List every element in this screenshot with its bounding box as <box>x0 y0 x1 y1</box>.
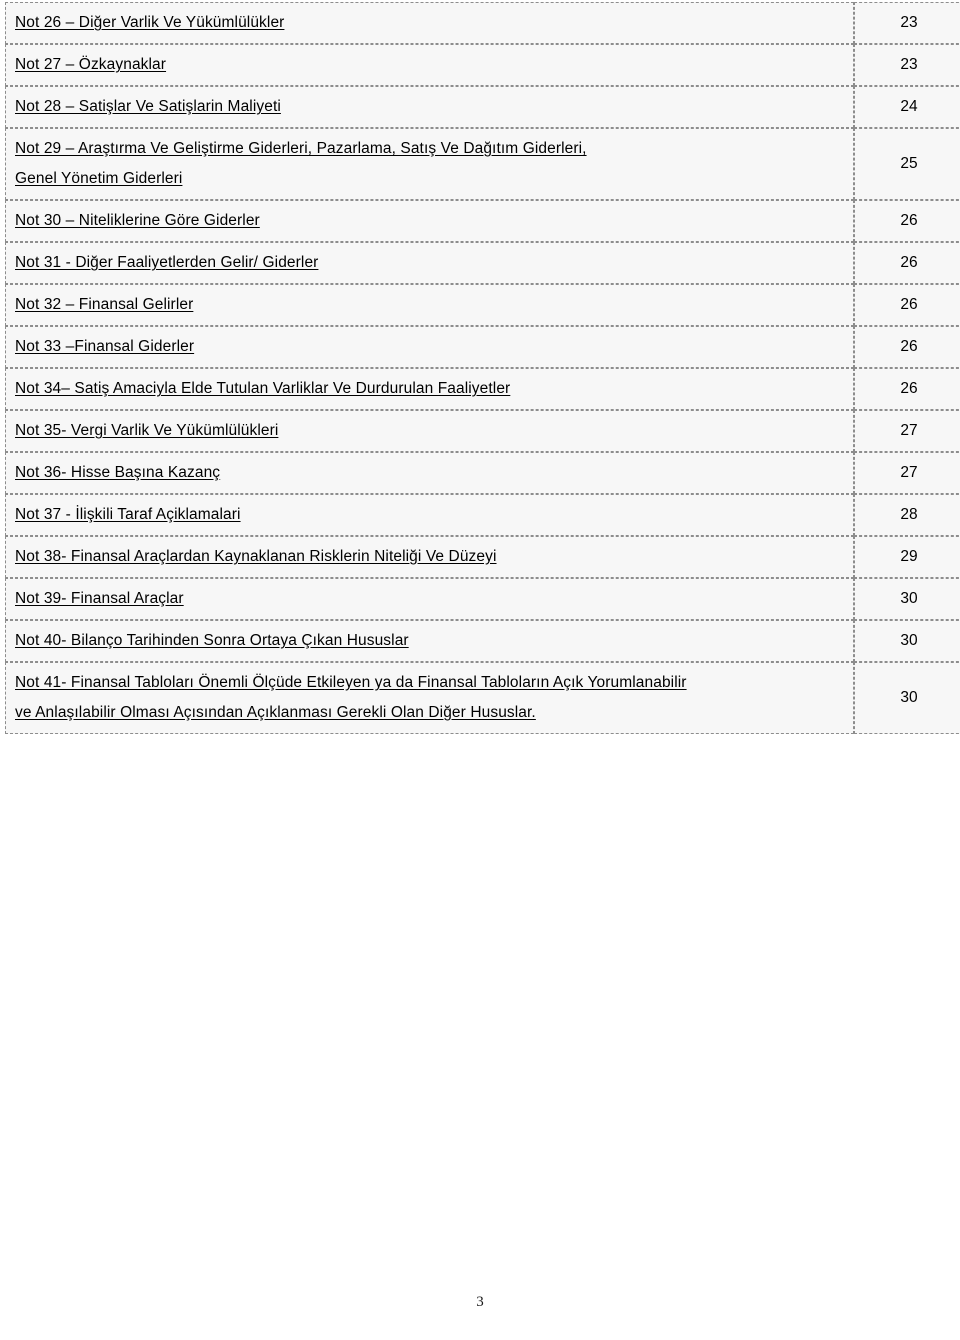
table-row: Not 40- Bilanço Tarihinden Sonra Ortaya … <box>5 620 960 662</box>
toc-entry-page: 26 <box>854 326 960 368</box>
table-row: Not 39- Finansal Araçlar 30 <box>5 578 960 620</box>
toc-title-line: Not 35- Vergi Varlik Ve Yükümlülükleri <box>15 422 279 439</box>
page-number-value: 26 <box>900 380 918 397</box>
toc-entry-title: Not 37 - İlişkili Taraf Açiklamalari <box>5 494 854 536</box>
toc-title-line: Not 30 – Niteliklerine Göre Giderler <box>15 212 260 229</box>
footer-page-number: 3 <box>476 1294 484 1310</box>
table-row: Not 29 – Araştırma Ve Geliştirme Giderle… <box>5 128 960 200</box>
table-row: Not 38- Finansal Araçlardan Kaynaklanan … <box>5 536 960 578</box>
table-row: Not 36- Hisse Başına Kazanç 27 <box>5 452 960 494</box>
toc-title-line: Not 37 - İlişkili Taraf Açiklamalari <box>15 506 241 523</box>
toc-entry-page: 26 <box>854 200 960 242</box>
page-number-value: 30 <box>900 590 918 607</box>
toc-entry-title: Not 33 –Finansal Giderler <box>5 326 854 368</box>
page-number-value: 26 <box>900 338 918 355</box>
page-number-value: 23 <box>900 56 918 73</box>
toc-entry-title: Not 27 – Özkaynaklar <box>5 44 854 86</box>
toc-entry-page: 25 <box>854 128 960 200</box>
toc-title-line: Not 39- Finansal Araçlar <box>15 590 184 607</box>
table-row: Not 28 – Satişlar Ve Satişlarin Maliyeti… <box>5 86 960 128</box>
toc-entry-title: Not 34– Satiş Amaciyla Elde Tutulan Varl… <box>5 368 854 410</box>
page-number-value: 30 <box>900 689 918 706</box>
toc-entry-page: 27 <box>854 452 960 494</box>
toc-entry-title: Not 26 – Diğer Varlik Ve Yükümlülükler <box>5 2 854 44</box>
toc-entry-page: 26 <box>854 284 960 326</box>
table-row: Not 32 – Finansal Gelirler 26 <box>5 284 960 326</box>
page-number-value: 27 <box>900 464 918 481</box>
page-number-value: 26 <box>900 212 918 229</box>
table-row: Not 33 –Finansal Giderler 26 <box>5 326 960 368</box>
toc-entry-page: 23 <box>854 44 960 86</box>
table-row: Not 41- Finansal Tabloları Önemli Ölçüde… <box>5 662 960 734</box>
toc-title-line: Not 26 – Diğer Varlik Ve Yükümlülükler <box>15 14 285 31</box>
page-number-value: 23 <box>900 14 918 31</box>
table-row: Not 26 – Diğer Varlik Ve Yükümlülükler 2… <box>5 2 960 44</box>
toc-title-line: Not 27 – Özkaynaklar <box>15 56 167 73</box>
toc-title-line: Not 29 – Araştırma Ve Geliştirme Giderle… <box>15 140 587 157</box>
page-number-value: 24 <box>900 98 918 115</box>
page-number-value: 28 <box>900 506 918 523</box>
toc-entry-title: Not 40- Bilanço Tarihinden Sonra Ortaya … <box>5 620 854 662</box>
toc-entry-page: 28 <box>854 494 960 536</box>
toc-entry-title: Not 29 – Araştırma Ve Geliştirme Giderle… <box>5 128 854 200</box>
toc-entry-title: Not 28 – Satişlar Ve Satişlarin Maliyeti <box>5 86 854 128</box>
table-row: Not 35- Vergi Varlik Ve Yükümlülükleri 2… <box>5 410 960 452</box>
toc-title-line: Not 40- Bilanço Tarihinden Sonra Ortaya … <box>15 632 409 649</box>
toc-entry-title: Not 32 – Finansal Gelirler <box>5 284 854 326</box>
toc-entry-title: Not 36- Hisse Başına Kazanç <box>5 452 854 494</box>
page-number-value: 29 <box>900 548 918 565</box>
toc-title-line: Genel Yönetim Giderleri <box>15 170 183 187</box>
toc-body: Not 26 – Diğer Varlik Ve Yükümlülükler 2… <box>5 2 960 734</box>
toc-entry-title: Not 35- Vergi Varlik Ve Yükümlülükleri <box>5 410 854 452</box>
toc-entry-page: 30 <box>854 578 960 620</box>
toc-entry-title: Not 38- Finansal Araçlardan Kaynaklanan … <box>5 536 854 578</box>
toc-entry-page: 26 <box>854 368 960 410</box>
table-row: Not 37 - İlişkili Taraf Açiklamalari 28 <box>5 494 960 536</box>
page-number-value: 26 <box>900 254 918 271</box>
page-number-value: 26 <box>900 296 918 313</box>
page-number-value: 27 <box>900 422 918 439</box>
table-row: Not 27 – Özkaynaklar 23 <box>5 44 960 86</box>
toc-title-line: Not 33 –Finansal Giderler <box>15 338 195 355</box>
toc-entry-title: Not 41- Finansal Tabloları Önemli Ölçüde… <box>5 662 854 734</box>
toc-entry-page: 30 <box>854 662 960 734</box>
toc-entry-page: 30 <box>854 620 960 662</box>
toc-title-line: Not 28 – Satişlar Ve Satişlarin Maliyeti <box>15 98 281 115</box>
toc-entry-page: 23 <box>854 2 960 44</box>
toc-entry-page: 29 <box>854 536 960 578</box>
toc-title-line: Not 38- Finansal Araçlardan Kaynaklanan … <box>15 548 497 565</box>
toc-entry-title: Not 31 - Diğer Faaliyetlerden Gelir/ Gid… <box>5 242 854 284</box>
toc-entry-title: Not 39- Finansal Araçlar <box>5 578 854 620</box>
document-page: Not 26 – Diğer Varlik Ve Yükümlülükler 2… <box>0 0 960 1340</box>
page-number-value: 30 <box>900 632 918 649</box>
toc-entry-title: Not 30 – Niteliklerine Göre Giderler <box>5 200 854 242</box>
table-of-contents: Not 26 – Diğer Varlik Ve Yükümlülükler 2… <box>5 2 960 734</box>
toc-title-line: Not 31 - Diğer Faaliyetlerden Gelir/ Gid… <box>15 254 319 271</box>
toc-title-line: ve Anlaşılabilir Olması Açısından Açıkla… <box>15 704 536 721</box>
table-row: Not 31 - Diğer Faaliyetlerden Gelir/ Gid… <box>5 242 960 284</box>
table-row: Not 30 – Niteliklerine Göre Giderler 26 <box>5 200 960 242</box>
page-number-value: 25 <box>900 155 918 172</box>
table-row: Not 34– Satiş Amaciyla Elde Tutulan Varl… <box>5 368 960 410</box>
toc-title-line: Not 34– Satiş Amaciyla Elde Tutulan Varl… <box>15 380 511 397</box>
toc-title-line: Not 41- Finansal Tabloları Önemli Ölçüde… <box>15 674 687 691</box>
toc-entry-page: 24 <box>854 86 960 128</box>
toc-entry-page: 27 <box>854 410 960 452</box>
toc-title-line: Not 36- Hisse Başına Kazanç <box>15 464 221 481</box>
toc-entry-page: 26 <box>854 242 960 284</box>
toc-title-line: Not 32 – Finansal Gelirler <box>15 296 194 313</box>
